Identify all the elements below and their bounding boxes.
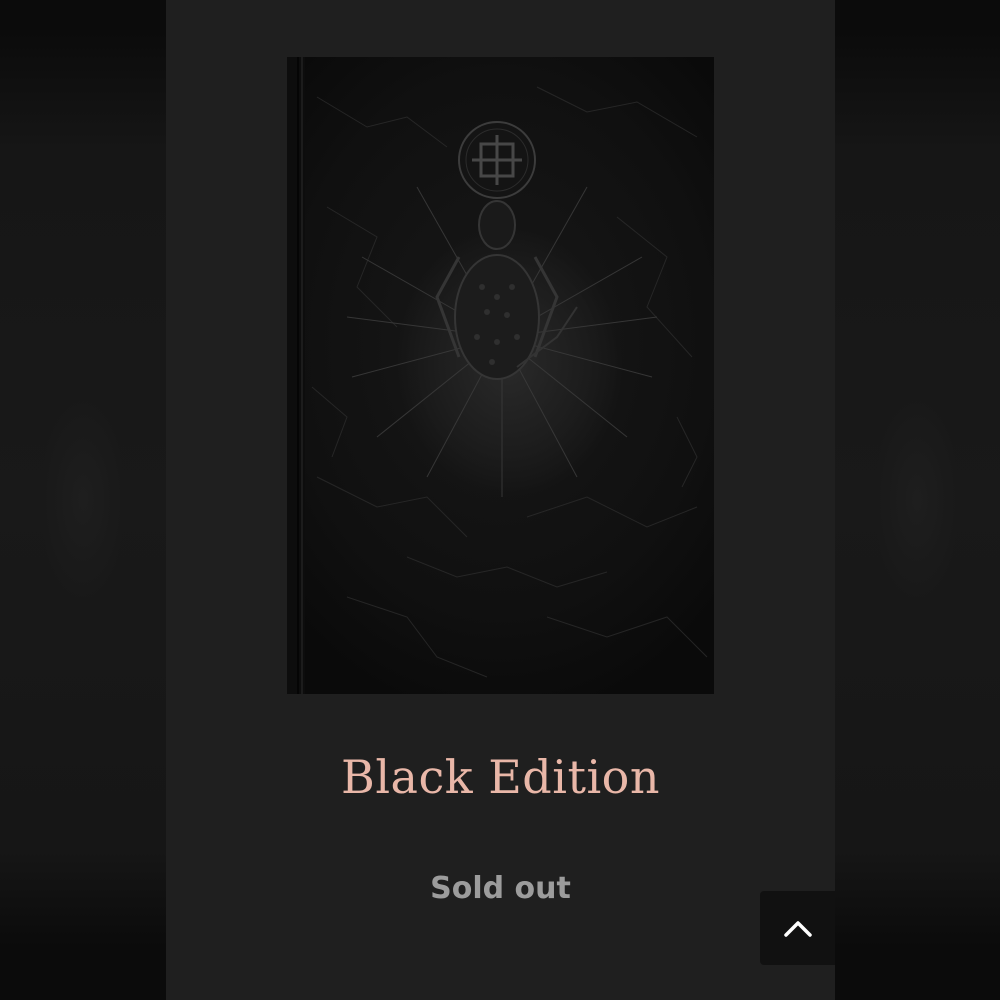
book-cover-art (287, 57, 708, 694)
product-panel: Black Edition Sold out (166, 0, 835, 1000)
background-left (0, 0, 166, 1000)
product-image[interactable] (287, 57, 714, 694)
stock-status: Sold out (430, 871, 571, 906)
scroll-to-top-button[interactable] (760, 891, 835, 965)
product-title: Black Edition (341, 750, 660, 804)
chevron-up-icon (784, 921, 812, 937)
background-right (834, 0, 1000, 1000)
product-page: Black Edition Sold out (0, 0, 1000, 1000)
